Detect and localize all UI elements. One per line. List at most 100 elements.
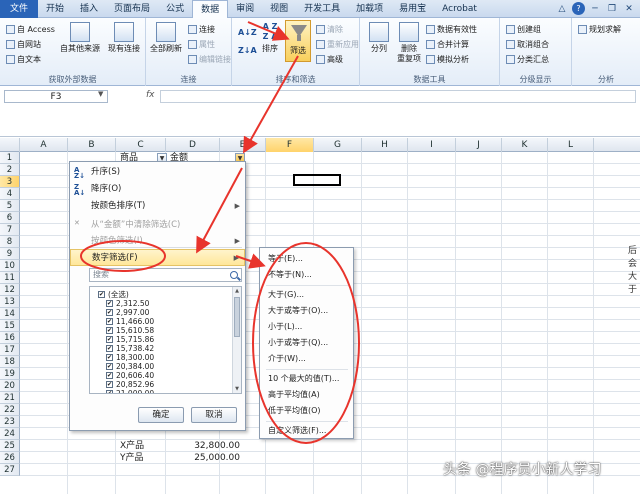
tab-9[interactable]: 加载项 — [348, 0, 391, 18]
row-header-4[interactable]: 4 — [0, 188, 20, 200]
row-header-23[interactable]: 23 — [0, 416, 20, 428]
submenu-item[interactable]: 不等于(N)... — [260, 268, 353, 281]
from-web-button[interactable]: 自网站 — [6, 38, 41, 51]
checkbox-checked-icon[interactable]: ✔ — [106, 300, 113, 307]
column-header-a[interactable]: A — [20, 138, 68, 152]
row-header-26[interactable]: 26 — [0, 452, 20, 464]
cell-product-name[interactable]: Y产品 — [120, 452, 144, 464]
list-scrollbar[interactable]: ▲ ▼ — [232, 287, 241, 393]
tab-1[interactable]: 开始 — [38, 0, 72, 18]
checkbox-checked-icon[interactable]: ✔ — [106, 363, 113, 370]
advanced-button[interactable]: 高级 — [316, 53, 343, 66]
active-cell-f3[interactable] — [293, 174, 341, 186]
submenu-item[interactable]: 高于平均值(A) — [260, 388, 353, 401]
column-header-k[interactable]: K — [502, 138, 548, 152]
row-header-2[interactable]: 2 — [0, 164, 20, 176]
submenu-item[interactable]: 大于(G)... — [260, 288, 353, 301]
minimize-button[interactable]: ─ — [588, 2, 602, 16]
row-header-16[interactable]: 16 — [0, 332, 20, 344]
edit-links-button[interactable]: 编辑链接 — [188, 53, 231, 66]
filter-button[interactable]: 筛选 — [285, 20, 311, 62]
row-header-9[interactable]: 9 — [0, 248, 20, 260]
subtotal-button[interactable]: 分类汇总 — [506, 53, 549, 66]
scroll-up-icon[interactable]: ▲ — [234, 287, 240, 295]
submenu-item[interactable]: 10 个最大的值(T)... — [260, 372, 353, 385]
cell-product-amount[interactable]: 32,800.00 — [170, 440, 240, 452]
column-header-h[interactable]: H — [362, 138, 408, 152]
text-to-columns-button[interactable]: 分列 — [364, 22, 394, 54]
solver-button[interactable]: 规划求解 — [578, 23, 621, 36]
sort-a-z-icon[interactable]: A↓Z — [238, 26, 257, 39]
row-header-25[interactable]: 25 — [0, 440, 20, 452]
row-header-8[interactable]: 8 — [0, 236, 20, 248]
ok-button[interactable]: 确定 — [138, 407, 184, 423]
checkbox-checked-icon[interactable]: ✔ — [106, 381, 113, 388]
remove-duplicates-button[interactable]: 删除 重复项 — [394, 22, 424, 64]
ribbon-minimize-icon[interactable]: △ — [555, 2, 569, 16]
row-header-19[interactable]: 19 — [0, 368, 20, 380]
menu-sort-descending[interactable]: Z A↓ 降序(O) — [70, 181, 245, 198]
function-icon[interactable]: fx — [146, 90, 155, 100]
data-validation-button[interactable]: 数据有效性 — [426, 23, 477, 36]
properties-button[interactable]: 属性 — [188, 38, 215, 51]
column-header-d[interactable]: D — [166, 138, 220, 152]
tab-0[interactable]: 文件 — [0, 0, 39, 18]
row-header-18[interactable]: 18 — [0, 356, 20, 368]
group-button[interactable]: 创建组 — [506, 23, 541, 36]
row-header-14[interactable]: 14 — [0, 308, 20, 320]
checkbox-checked-icon[interactable]: ✔ — [106, 390, 113, 393]
submenu-item[interactable]: 等于(E)... — [260, 252, 353, 265]
cancel-button[interactable]: 取消 — [191, 407, 237, 423]
sort-button[interactable]: A ZZ A 排序 — [256, 22, 284, 54]
row-header-5[interactable]: 5 — [0, 200, 20, 212]
checkbox-checked-icon[interactable]: ✔ — [106, 336, 113, 343]
filter-search-input[interactable]: 搜索 — [89, 268, 242, 282]
submenu-item[interactable]: 介于(W)... — [260, 352, 353, 365]
close-button[interactable]: ✕ — [622, 2, 636, 16]
row-header-20[interactable]: 20 — [0, 380, 20, 392]
select-all-corner[interactable] — [0, 138, 20, 152]
column-header-e[interactable]: E — [220, 138, 266, 152]
submenu-item[interactable]: 自定义筛选(F)... — [260, 424, 353, 437]
reapply-button[interactable]: 重新应用 — [316, 38, 359, 51]
what-if-button[interactable]: 模拟分析 — [426, 53, 469, 66]
from-other-sources-button[interactable]: 自其他来源 — [58, 22, 102, 54]
column-header-c[interactable]: C — [116, 138, 166, 152]
column-header-b[interactable]: B — [68, 138, 116, 152]
submenu-item[interactable]: 低于平均值(O) — [260, 404, 353, 417]
submenu-item[interactable]: 小于或等于(Q)... — [260, 336, 353, 349]
tab-5[interactable]: 数据 — [192, 0, 229, 19]
formula-input[interactable] — [160, 90, 636, 103]
tab-10[interactable]: 易用宝 — [391, 0, 434, 18]
tab-3[interactable]: 页面布局 — [106, 0, 158, 18]
row-header-7[interactable]: 7 — [0, 224, 20, 236]
checkbox-checked-icon[interactable]: ✔ — [106, 372, 113, 379]
tab-4[interactable]: 公式 — [158, 0, 192, 18]
checkbox-checked-icon[interactable]: ✔ — [106, 327, 113, 334]
row-header-11[interactable]: 11 — [0, 272, 20, 284]
refresh-all-button[interactable]: 全部刷新 — [148, 22, 184, 54]
existing-connections-button[interactable]: 现有连接 — [104, 22, 144, 54]
checkbox-checked-icon[interactable]: ✔ — [106, 345, 113, 352]
clear-button[interactable]: 清除 — [316, 23, 343, 36]
cell-product-name[interactable]: X产品 — [120, 440, 144, 452]
column-header-i[interactable]: I — [408, 138, 456, 152]
row-header-21[interactable]: 21 — [0, 392, 20, 404]
tab-2[interactable]: 插入 — [72, 0, 106, 18]
row-header-6[interactable]: 6 — [0, 212, 20, 224]
restore-button[interactable]: ❐ — [605, 2, 619, 16]
menu-sort-ascending[interactable]: A Z↓ 升序(S) — [70, 164, 245, 181]
consolidate-button[interactable]: 合并计算 — [426, 38, 469, 51]
row-header-15[interactable]: 15 — [0, 320, 20, 332]
tab-7[interactable]: 视图 — [262, 0, 296, 18]
row-header-12[interactable]: 12 — [0, 284, 20, 296]
submenu-item[interactable]: 大于或等于(O)... — [260, 304, 353, 317]
menu-number-filters[interactable]: 数字筛选(F) ▶ — [70, 249, 245, 266]
ungroup-button[interactable]: 取消组合 — [506, 38, 549, 51]
name-box-dropdown-icon[interactable]: ▼ — [98, 90, 103, 98]
column-header-j[interactable]: J — [456, 138, 502, 152]
row-header-10[interactable]: 10 — [0, 260, 20, 272]
checkbox-checked-icon[interactable]: ✔ — [98, 291, 105, 298]
from-access-button[interactable]: 自 Access — [6, 23, 55, 36]
row-header-24[interactable]: 24 — [0, 428, 20, 440]
